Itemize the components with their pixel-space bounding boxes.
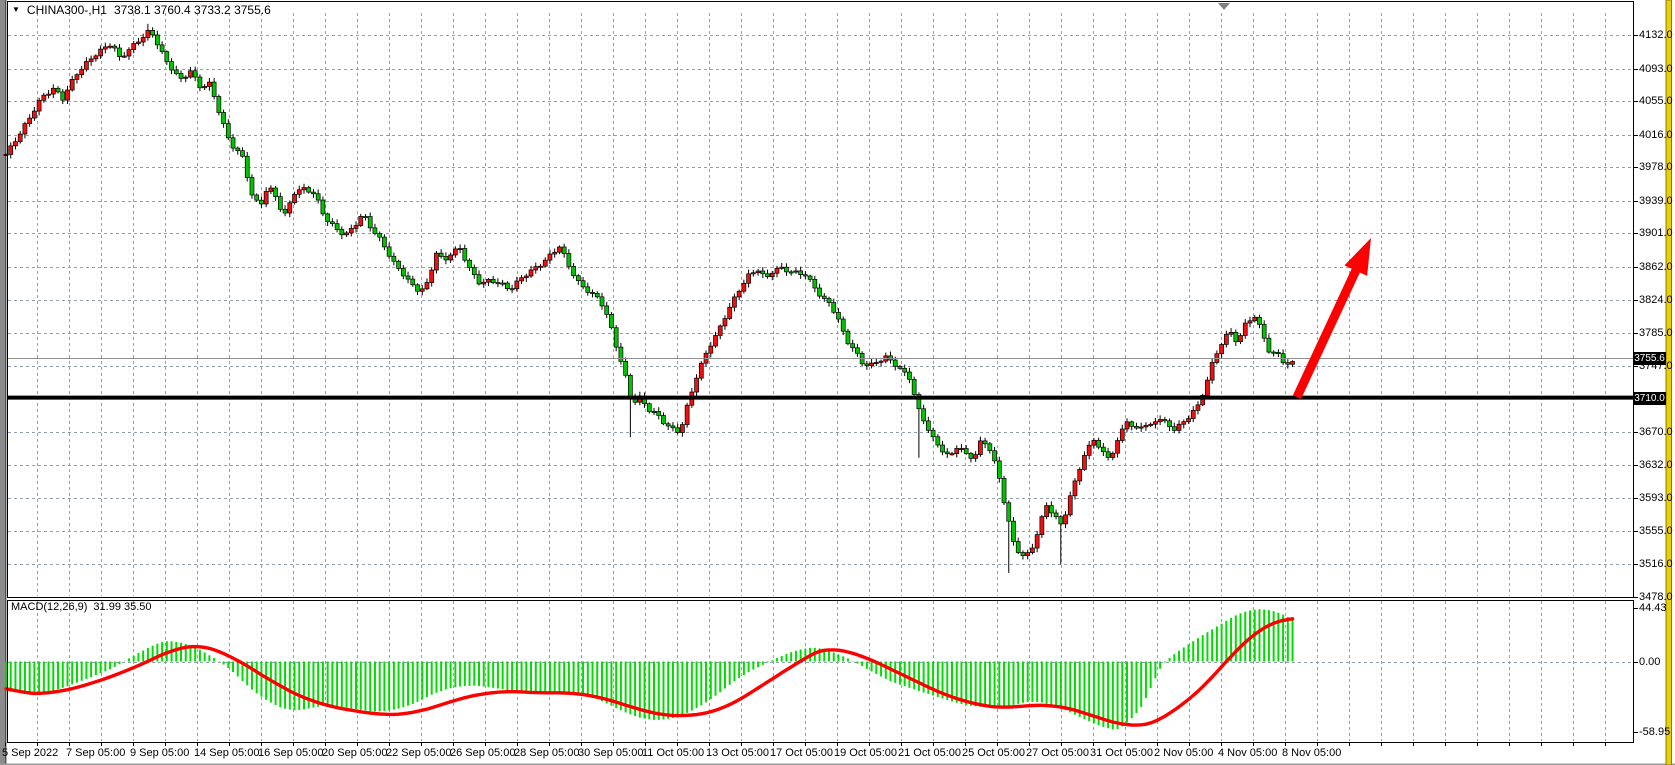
time-axis-label: 14 Sep 05:00 — [194, 747, 259, 759]
current-price-badge: 3755.6 — [1633, 352, 1666, 365]
price-axis-label: 4132.0 — [1639, 29, 1673, 41]
chart-header: ▼ CHINA300-,H1 3738.1 3760.4 3733.2 3755… — [12, 3, 271, 17]
time-axis-label: 19 Oct 05:00 — [834, 747, 897, 759]
ohlc-readout: 3738.1 3760.4 3733.2 3755.6 — [114, 3, 271, 17]
time-axis-label: 16 Sep 05:00 — [258, 747, 323, 759]
time-axis-label: 11 Oct 05:00 — [642, 747, 704, 759]
time-axis-label: 9 Sep 05:00 — [130, 747, 189, 759]
price-axis-label: 3555.0 — [1639, 525, 1673, 537]
macd-axis-label: 0.00 — [1639, 656, 1660, 668]
time-axis-label: 22 Sep 05:00 — [386, 747, 451, 759]
time-axis-label: 20 Sep 05:00 — [322, 747, 387, 759]
right-scroll-strip[interactable] — [1666, 0, 1672, 765]
trend-arrow[interactable] — [1297, 238, 1371, 397]
symbol-dropdown-icon[interactable]: ▼ — [12, 5, 20, 14]
price-axis-label: 3901.0 — [1639, 227, 1673, 239]
time-axis-label: 27 Oct 05:00 — [1026, 747, 1089, 759]
macd-values: 31.99 35.50 — [93, 601, 151, 613]
time-axis-label: 5 Sep 2022 — [2, 747, 58, 759]
price-axis-label: 4016.0 — [1639, 129, 1673, 141]
price-axis-label: 4093.0 — [1639, 63, 1673, 75]
time-axis-label: 31 Oct 05:00 — [1090, 747, 1153, 759]
support-line-badge: 3710.0 — [1633, 392, 1666, 405]
time-axis-label: 2 Nov 05:00 — [1154, 747, 1213, 759]
price-axis-label: 3632.0 — [1639, 459, 1673, 471]
candles — [4, 24, 1295, 573]
price-axis-label: 3516.0 — [1639, 558, 1673, 570]
price-axis-label: 3862.0 — [1639, 261, 1673, 273]
time-axis-label: 17 Oct 05:00 — [770, 747, 833, 759]
trading-chart-window: ▼ CHINA300-,H1 3738.1 3760.4 3733.2 3755… — [0, 0, 1675, 765]
time-axis-label: 28 Sep 05:00 — [514, 747, 579, 759]
price-axis-label: 3593.0 — [1639, 492, 1673, 504]
price-axis-label: 4055.0 — [1639, 95, 1673, 107]
price-axis-label: 3978.0 — [1639, 161, 1673, 173]
macd-indicator-label: MACD(12,26,9) — [11, 601, 87, 613]
macd-axis-label: 44.43 — [1639, 602, 1667, 614]
axis-ticks — [6, 36, 1639, 747]
time-axis-label: 13 Oct 05:00 — [706, 747, 769, 759]
gridlines — [8, 13, 1632, 741]
macd-header: MACD(12,26,9) 31.99 35.50 — [11, 601, 152, 613]
time-axis-label: 25 Oct 05:00 — [962, 747, 1025, 759]
time-axis-label: 26 Sep 05:00 — [450, 747, 515, 759]
time-axis-label: 4 Nov 05:00 — [1218, 747, 1277, 759]
time-axis-label: 21 Oct 05:00 — [898, 747, 961, 759]
time-axis-label: 30 Sep 05:00 — [578, 747, 643, 759]
price-axis-label: 3824.0 — [1639, 294, 1673, 306]
time-axis-label: 8 Nov 05:00 — [1282, 747, 1341, 759]
price-axis-label: 3939.0 — [1639, 195, 1673, 207]
plot-borders — [8, 2, 1634, 743]
price-axis-label: 3785.0 — [1639, 327, 1673, 339]
chart-shift-marker — [1218, 3, 1230, 10]
time-axis-label: 7 Sep 05:00 — [66, 747, 125, 759]
macd-axis-label: -58.95 — [1639, 726, 1670, 738]
symbol-period-label: CHINA300-,H1 — [27, 3, 107, 17]
chart-canvas[interactable] — [0, 0, 1675, 765]
price-axis-label: 3670.0 — [1639, 426, 1673, 438]
